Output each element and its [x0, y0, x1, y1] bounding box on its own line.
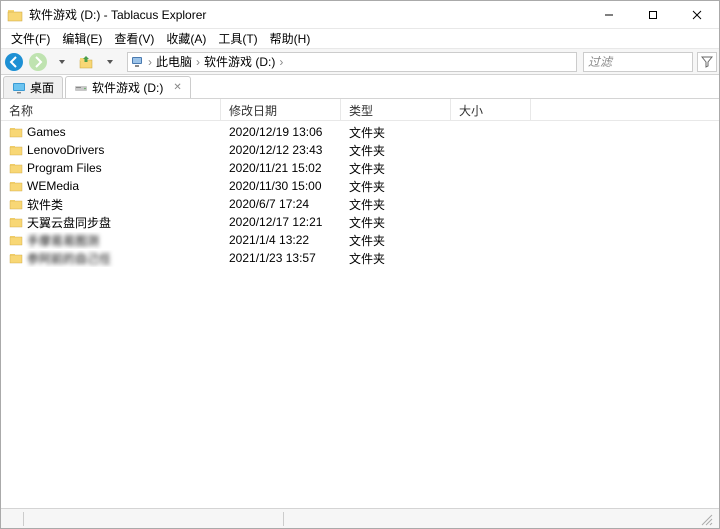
cell-date: 2020/11/30 15:00	[221, 179, 341, 193]
forward-button[interactable]	[27, 51, 49, 73]
table-row[interactable]: 参阿前的自己任 2021/1/23 13:57文件夹	[1, 249, 719, 267]
cell-date: 2020/6/7 17:24	[221, 197, 341, 211]
cell-type: 文件夹	[341, 232, 451, 249]
cell-name: LenovoDrivers	[1, 143, 221, 157]
maximize-button[interactable]	[631, 1, 675, 28]
folder-icon	[9, 233, 23, 247]
folder-icon	[9, 161, 23, 175]
cell-name: 软件类	[1, 196, 221, 213]
computer-icon	[130, 55, 144, 69]
cell-type: 文件夹	[341, 142, 451, 159]
file-name: Games	[27, 125, 66, 139]
folder-icon	[9, 251, 23, 265]
cell-name: Games	[1, 125, 221, 139]
cell-name: Program Files	[1, 161, 221, 175]
folder-icon	[9, 215, 23, 229]
table-row[interactable]: Games 2020/12/19 13:06文件夹	[1, 123, 719, 141]
folder-icon	[9, 125, 23, 139]
column-header-row: 名称 修改日期 类型 大小	[1, 99, 719, 121]
titlebar: 软件游戏 (D:) - Tablacus Explorer	[1, 1, 719, 29]
cell-type: 文件夹	[341, 214, 451, 231]
cell-date: 2020/12/17 12:21	[221, 215, 341, 229]
table-row[interactable]: 手摩易易图测 2021/1/4 13:22文件夹	[1, 231, 719, 249]
table-row[interactable]: 软件类 2020/6/7 17:24文件夹	[1, 195, 719, 213]
statusbar	[1, 508, 719, 528]
menu-tools[interactable]: 工具(T)	[212, 28, 263, 49]
history-dropdown-button[interactable]	[51, 51, 73, 73]
cell-type: 文件夹	[341, 178, 451, 195]
column-header-name[interactable]: 名称	[1, 99, 221, 120]
file-name: 参阿前的自己任	[27, 250, 111, 267]
tab-strip: 桌面 软件游戏 (D:) ✕	[1, 75, 719, 99]
minimize-button[interactable]	[587, 1, 631, 28]
chevron-right-icon: ›	[194, 55, 202, 69]
chevron-right-icon: ›	[277, 55, 285, 69]
breadcrumb-root[interactable]: 此电脑	[154, 53, 194, 70]
folder-icon	[9, 197, 23, 211]
menu-help[interactable]: 帮助(H)	[264, 28, 317, 49]
menu-view[interactable]: 查看(V)	[108, 28, 160, 49]
toolbar: › 此电脑 › 软件游戏 (D:) › 过滤	[1, 49, 719, 75]
cell-date: 2021/1/4 13:22	[221, 233, 341, 247]
chevron-right-icon: ›	[146, 55, 154, 69]
resize-grip-icon[interactable]	[699, 512, 713, 526]
window-controls	[587, 1, 719, 28]
table-row[interactable]: LenovoDrivers 2020/12/12 23:43文件夹	[1, 141, 719, 159]
column-header-date[interactable]: 修改日期	[221, 99, 341, 120]
folder-icon	[9, 179, 23, 193]
status-segment	[7, 512, 24, 526]
app-icon	[7, 7, 23, 23]
tab-drive-d[interactable]: 软件游戏 (D:) ✕	[65, 76, 191, 98]
toolbar-dropdown-button[interactable]	[99, 51, 121, 73]
table-row[interactable]: 天翼云盘同步盘 2020/12/17 12:21文件夹	[1, 213, 719, 231]
file-name: 软件类	[27, 196, 63, 213]
file-name: 天翼云盘同步盘	[27, 214, 111, 231]
cell-type: 文件夹	[341, 160, 451, 177]
folder-icon	[9, 143, 23, 157]
cell-name: 天翼云盘同步盘	[1, 214, 221, 231]
menu-favorites[interactable]: 收藏(A)	[160, 28, 212, 49]
cell-name: WEMedia	[1, 179, 221, 193]
menu-edit[interactable]: 编辑(E)	[56, 28, 108, 49]
cell-type: 文件夹	[341, 124, 451, 141]
column-header-size[interactable]: 大小	[451, 99, 531, 120]
up-button[interactable]	[75, 51, 97, 73]
table-row[interactable]: Program Files 2020/11/21 15:02文件夹	[1, 159, 719, 177]
tab-desktop[interactable]: 桌面	[3, 76, 63, 98]
filter-input[interactable]: 过滤	[583, 52, 693, 72]
back-button[interactable]	[3, 51, 25, 73]
file-name: LenovoDrivers	[27, 143, 104, 157]
menu-file[interactable]: 文件(F)	[5, 28, 56, 49]
tab-close-icon[interactable]: ✕	[173, 82, 181, 93]
file-name: WEMedia	[27, 179, 79, 193]
address-bar[interactable]: › 此电脑 › 软件游戏 (D:) ›	[127, 52, 577, 72]
cell-date: 2021/1/23 13:57	[221, 251, 341, 265]
cell-type: 文件夹	[341, 250, 451, 267]
window-title: 软件游戏 (D:) - Tablacus Explorer	[29, 6, 587, 23]
desktop-icon	[12, 81, 26, 95]
cell-name: 参阿前的自己任	[1, 250, 221, 267]
filter-placeholder: 过滤	[588, 53, 612, 70]
file-name: Program Files	[27, 161, 102, 175]
cell-type: 文件夹	[341, 196, 451, 213]
file-list[interactable]: Games2020/12/19 13:06文件夹LenovoDrivers202…	[1, 121, 719, 508]
drive-icon	[74, 81, 88, 95]
cell-date: 2020/11/21 15:02	[221, 161, 341, 175]
menubar: 文件(F) 编辑(E) 查看(V) 收藏(A) 工具(T) 帮助(H)	[1, 29, 719, 49]
cell-name: 手摩易易图测	[1, 232, 221, 249]
breadcrumb-current[interactable]: 软件游戏 (D:)	[202, 53, 277, 70]
filter-button[interactable]	[697, 52, 717, 72]
close-button[interactable]	[675, 1, 719, 28]
cell-date: 2020/12/12 23:43	[221, 143, 341, 157]
column-header-type[interactable]: 类型	[341, 99, 451, 120]
tab-label: 软件游戏 (D:)	[92, 79, 163, 96]
file-name: 手摩易易图测	[27, 232, 99, 249]
tab-label: 桌面	[30, 79, 54, 96]
status-segment	[24, 512, 284, 526]
table-row[interactable]: WEMedia 2020/11/30 15:00文件夹	[1, 177, 719, 195]
cell-date: 2020/12/19 13:06	[221, 125, 341, 139]
